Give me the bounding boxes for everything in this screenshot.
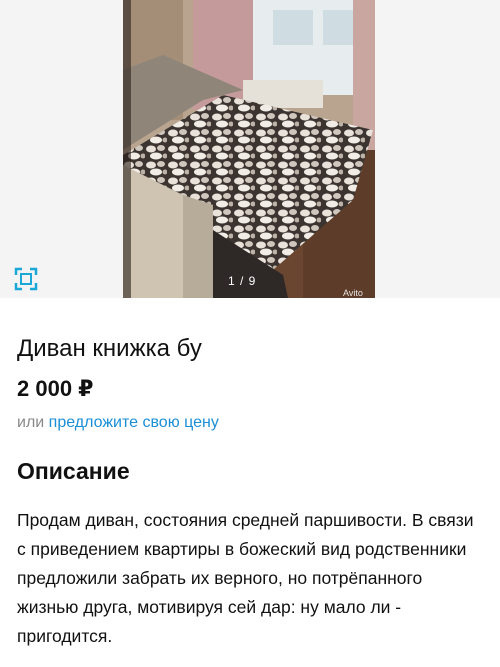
description-heading: Описание <box>17 458 130 484</box>
listing-photo[interactable]: Avito <box>123 0 375 298</box>
price-offer-line: или предложите свою цену <box>17 414 219 432</box>
suggest-price-link[interactable]: предложите свою цену <box>49 414 219 431</box>
photo-gallery[interactable]: Avito 1 / 9 <box>0 0 500 298</box>
description-text: Продам диван, состояния средней паршивос… <box>17 510 474 646</box>
avito-watermark: Avito <box>343 288 363 298</box>
scan-frame-icon[interactable] <box>14 267 38 291</box>
listing-price: 2 000 ₽ <box>17 376 94 401</box>
offer-prefix: или <box>17 414 45 431</box>
photo-counter: 1 / 9 <box>228 274 257 288</box>
listing-title: Диван книжка бу <box>17 335 202 362</box>
